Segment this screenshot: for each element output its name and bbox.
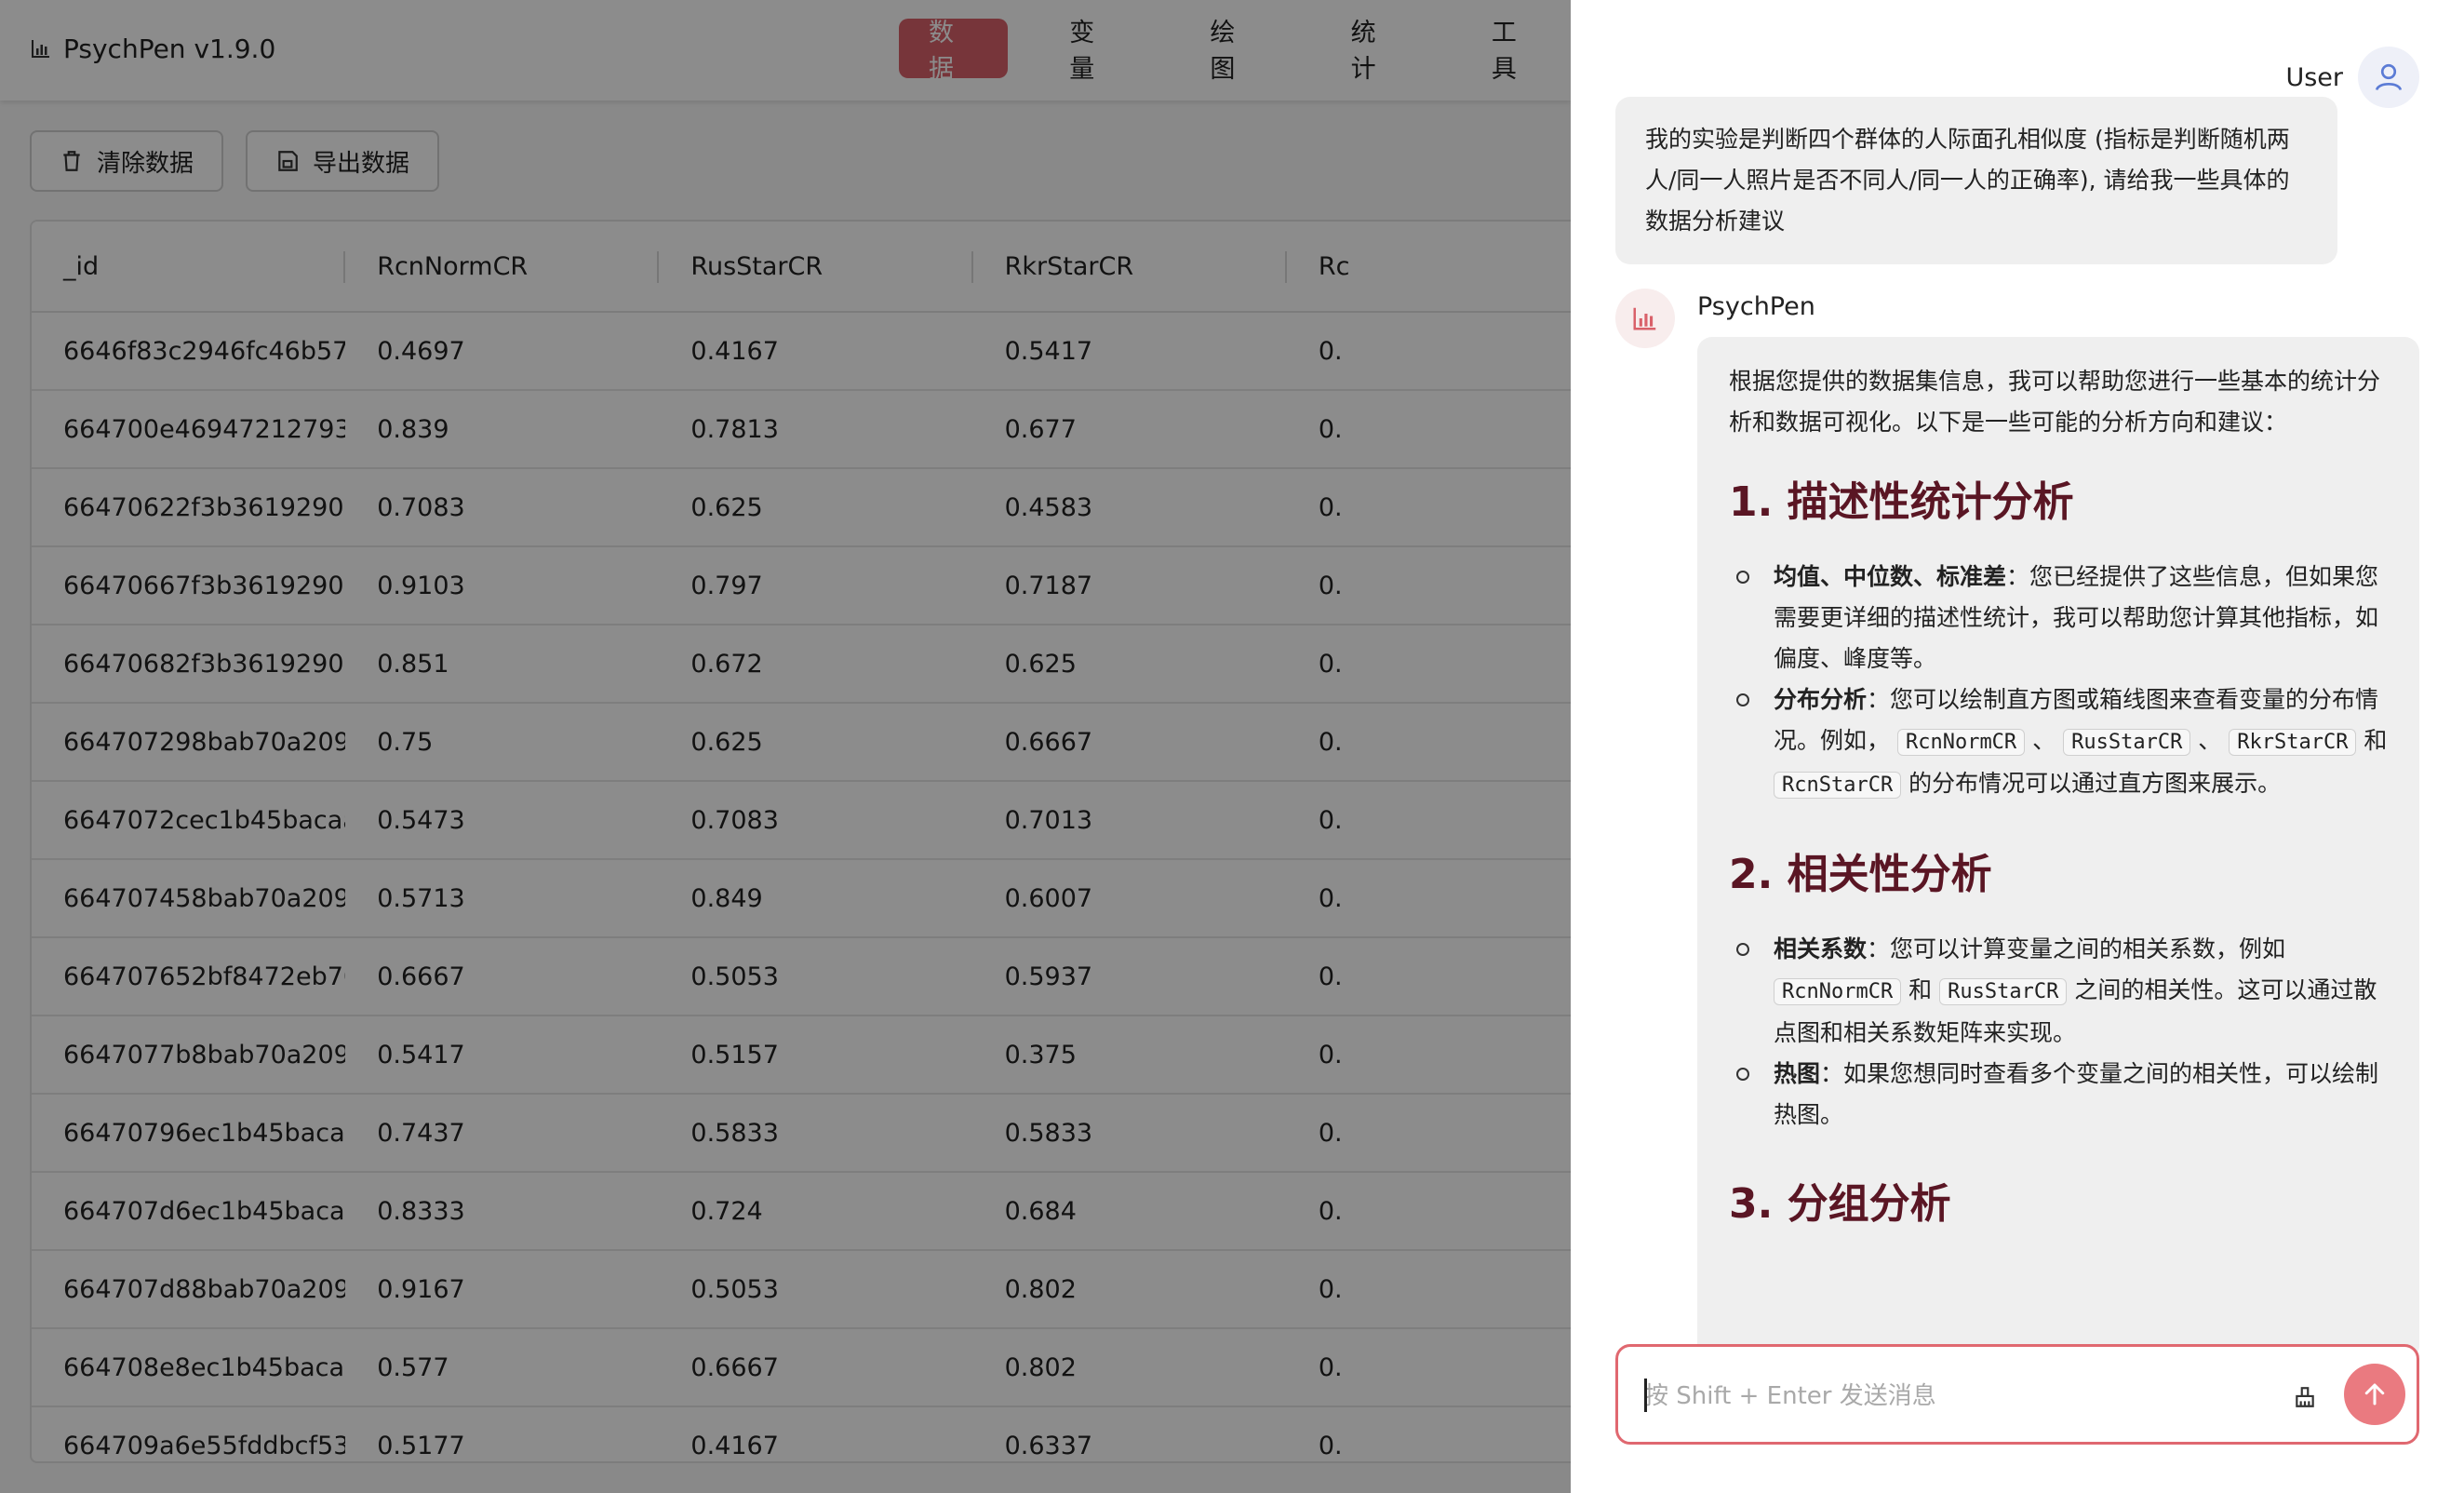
user-avatar	[2358, 47, 2419, 108]
item-term: 分布分析	[1774, 686, 1868, 713]
list-item: 热图：如果您想同时查看多个变量之间的相关性，可以绘制热图。	[1729, 1054, 2388, 1136]
item-term: 均值、中位数、标准差	[1774, 563, 2007, 590]
code-term: RusStarCR	[2063, 729, 2191, 756]
section-heading: 1. 描述性统计分析	[1729, 478, 2074, 526]
bar-chart-icon	[1633, 307, 1656, 330]
item-text: ：如果您想同时查看多个变量之间的相关性，可以绘制热图。	[1774, 1060, 2379, 1128]
user-icon	[2375, 63, 2403, 91]
modal-overlay[interactable]	[0, 0, 1571, 1493]
separator: 和	[2364, 727, 2388, 754]
code-term: RcnNormCR	[1774, 978, 1902, 1005]
user-name: User	[2285, 62, 2343, 92]
bullet-list: 均值、中位数、标准差：您已经提供了这些信息，但如果您需要更详细的描述性统计，我可…	[1729, 557, 2388, 806]
main-app: PsychPen v1.9.0 数据 变量 绘图 统计 工具 清除数据 导出数据…	[0, 0, 1571, 1493]
bot-avatar	[1615, 289, 1675, 348]
separator: 和	[1908, 976, 1933, 1003]
list-item: 相关系数：您可以计算变量之间的相关系数，例如 RcnNormCR 和 RusSt…	[1729, 929, 2388, 1054]
bullet-list: 相关系数：您可以计算变量之间的相关系数，例如 RcnNormCR 和 RusSt…	[1729, 929, 2388, 1136]
item-term: 相关系数	[1774, 935, 1868, 962]
separator: 、	[2198, 727, 2222, 754]
item-text: ：您可以计算变量之间的相关系数，例如	[1867, 935, 2286, 962]
code-term: RkrStarCR	[2229, 729, 2357, 756]
item-term: 热图	[1774, 1060, 1821, 1087]
broom-icon	[2296, 1387, 2314, 1407]
send-button[interactable]	[2344, 1364, 2405, 1425]
text-caret	[1644, 1379, 1647, 1412]
arrow-up-icon	[2364, 1383, 2385, 1406]
section-heading: 2. 相关性分析	[1729, 851, 1992, 898]
ai-chat-drawer: User 我的实验是判断四个群体的人际面孔相似度 (指标是判断随机两人/同一人照…	[1571, 0, 2464, 1493]
code-term: RusStarCR	[1939, 978, 2068, 1005]
item-text: 的分布情况可以通过直方图来展示。	[1908, 770, 2282, 797]
list-item: 分布分析：您可以绘制直方图或箱线图来查看变量的分布情况。例如， RcnNormC…	[1729, 679, 2388, 806]
bot-intro: 根据您提供的数据集信息，我可以帮助您进行一些基本的统计分析和数据可视化。以下是一…	[1729, 368, 2381, 436]
code-term: RcnNormCR	[1896, 729, 2026, 756]
chat-input-box	[1615, 1344, 2419, 1445]
section-heading: 3. 分组分析	[1729, 1180, 1951, 1228]
clear-chat-button[interactable]	[2288, 1380, 2322, 1414]
bot-name: PsychPen	[1697, 292, 1815, 321]
chat-input[interactable]	[1644, 1373, 2240, 1419]
user-message: 我的实验是判断四个群体的人际面孔相似度 (指标是判断随机两人/同一人照片是否不同…	[1615, 97, 2337, 264]
bot-message: 根据您提供的数据集信息，我可以帮助您进行一些基本的统计分析和数据可视化。以下是一…	[1697, 337, 2419, 1361]
separator: 、	[2032, 727, 2056, 754]
list-item: 均值、中位数、标准差：您已经提供了这些信息，但如果您需要更详细的描述性统计，我可…	[1729, 557, 2388, 679]
code-term: RcnStarCR	[1774, 772, 1902, 799]
